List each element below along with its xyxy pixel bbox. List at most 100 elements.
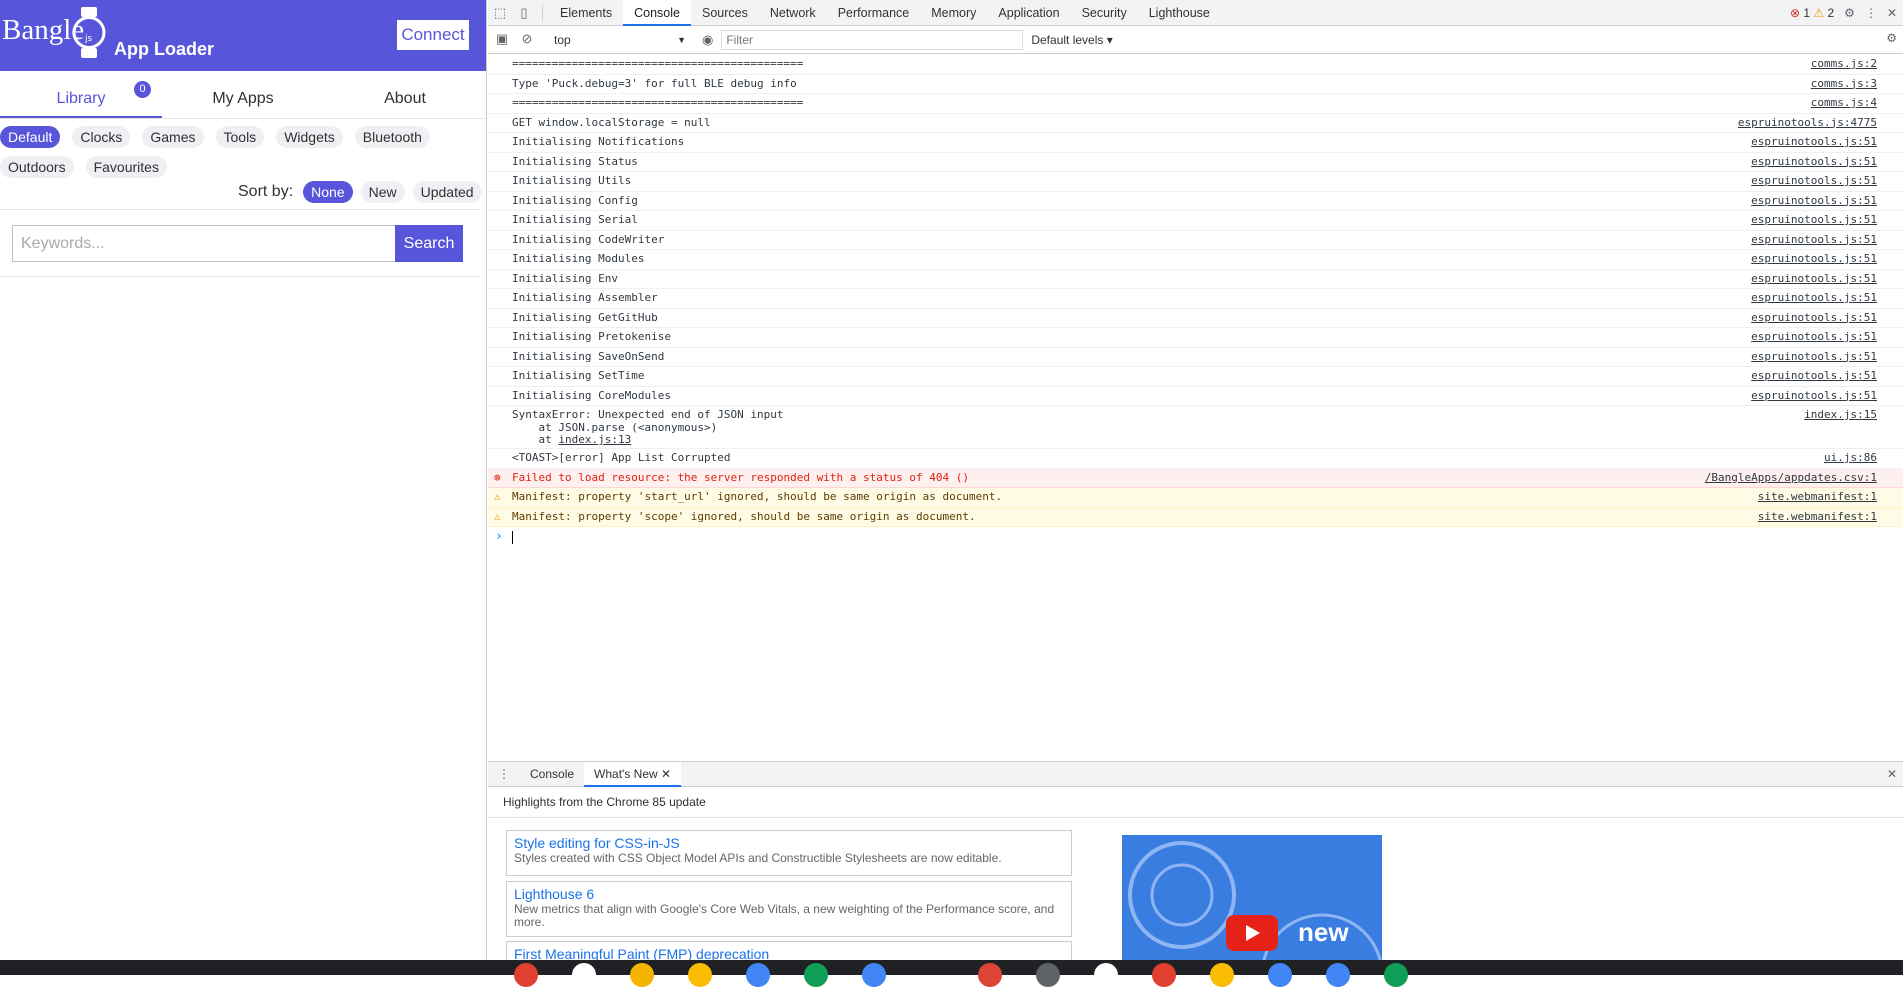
source-link[interactable]: espruinotools.js:51: [1751, 350, 1877, 364]
more-menu-icon[interactable]: ⋮: [1865, 6, 1877, 20]
sort-label: Sort by:: [238, 183, 294, 200]
drawer-tab-console[interactable]: Console: [520, 762, 584, 787]
search-button[interactable]: Search: [395, 225, 463, 262]
source-link[interactable]: /BangleApps/appdates.csv:1: [1705, 471, 1877, 485]
live-expression-eye-icon[interactable]: ◉: [702, 32, 713, 48]
chip-outdoors[interactable]: Outdoors: [0, 156, 74, 178]
search-input[interactable]: Keywords...: [12, 225, 396, 262]
source-link[interactable]: espruinotools.js:51: [1751, 389, 1877, 403]
chip-clocks[interactable]: Clocks: [72, 126, 131, 148]
console-log-row: Initialising SetTime espruinotools.js:51: [488, 367, 1903, 387]
chip-favourites[interactable]: Favourites: [85, 156, 167, 178]
taskbar-app-icon[interactable]: [804, 963, 828, 987]
taskbar-app-icon[interactable]: [1210, 963, 1234, 987]
source-link[interactable]: comms.js:4: [1811, 96, 1877, 110]
source-link[interactable]: espruinotools.js:51: [1751, 155, 1877, 169]
chip-default[interactable]: Default: [0, 126, 61, 148]
whats-new-video[interactable]: new: [1122, 835, 1382, 961]
drawer-tab-whats-new[interactable]: What's New ✕: [584, 761, 682, 787]
sidebar-toggle-icon[interactable]: ▣: [490, 31, 514, 47]
chip-tools[interactable]: Tools: [215, 126, 265, 148]
source-link[interactable]: espruinotools.js:51: [1751, 135, 1877, 149]
connect-button[interactable]: Connect: [396, 19, 470, 51]
error-counter[interactable]: ⊗ 1 ⚠ 2: [1790, 6, 1834, 20]
levels-dropdown[interactable]: Default levels ▾: [1031, 33, 1112, 47]
chip-bluetooth[interactable]: Bluetooth: [354, 126, 430, 148]
source-link[interactable]: espruinotools.js:51: [1751, 272, 1877, 286]
source-link[interactable]: espruinotools.js:51: [1751, 213, 1877, 227]
taskbar-app-icon[interactable]: [978, 963, 1002, 987]
card-title[interactable]: Style editing for CSS-in-JS: [514, 834, 1064, 852]
console-settings-icon[interactable]: ⚙: [1886, 31, 1897, 45]
taskbar-app-icon[interactable]: [1326, 963, 1350, 987]
taskbar-app-icon[interactable]: [688, 963, 712, 987]
source-link[interactable]: espruinotools.js:51: [1751, 291, 1877, 305]
context-select[interactable]: top ▼: [554, 30, 686, 50]
warning-count: 2: [1827, 6, 1835, 20]
source-link[interactable]: espruinotools.js:51: [1751, 174, 1877, 188]
taskbar-app-icon[interactable]: [1384, 963, 1408, 987]
syntax-error-source-link[interactable]: index.js:15: [1804, 408, 1877, 422]
syntax-error-stack-link[interactable]: index.js:13: [558, 433, 631, 446]
source-link[interactable]: espruinotools.js:51: [1751, 369, 1877, 383]
tab-my-apps[interactable]: My Apps: [162, 71, 324, 118]
chip-games[interactable]: Games: [142, 126, 204, 148]
app-header: Bangle js App Loader Connect: [0, 0, 486, 71]
console-prompt[interactable]: ›: [488, 527, 1903, 547]
source-link[interactable]: espruinotools.js:51: [1751, 194, 1877, 208]
settings-gear-icon[interactable]: ⚙: [1844, 6, 1855, 20]
source-link[interactable]: espruinotools.js:51: [1751, 233, 1877, 247]
tab-sources[interactable]: Sources: [691, 0, 759, 26]
taskbar-app-icon[interactable]: [1036, 963, 1060, 987]
source-link[interactable]: espruinotools.js:51: [1751, 252, 1877, 266]
taskbar-app-icon[interactable]: [1268, 963, 1292, 987]
whats-new-card[interactable]: Style editing for CSS-in-JS Styles creat…: [506, 830, 1072, 876]
tab-lighthouse[interactable]: Lighthouse: [1138, 0, 1221, 26]
chip-widgets[interactable]: Widgets: [276, 126, 343, 148]
device-toolbar-icon[interactable]: ▯: [512, 5, 536, 21]
tab-about-label: About: [384, 90, 426, 107]
source-link[interactable]: site.webmanifest:1: [1758, 490, 1877, 504]
tab-console[interactable]: Console: [623, 0, 691, 26]
taskbar-app-icon[interactable]: [1094, 963, 1118, 987]
source-link[interactable]: site.webmanifest:1: [1758, 510, 1877, 524]
sort-new[interactable]: New: [360, 181, 405, 203]
source-link[interactable]: espruinotools.js:51: [1751, 330, 1877, 344]
sort-none[interactable]: None: [303, 181, 353, 203]
tab-memory[interactable]: Memory: [920, 0, 987, 26]
console-log-row: Initialising Serial espruinotools.js:51: [488, 211, 1903, 231]
source-link[interactable]: comms.js:2: [1811, 57, 1877, 71]
source-link[interactable]: comms.js:3: [1811, 77, 1877, 91]
tab-elements[interactable]: Elements: [549, 0, 623, 26]
clear-console-icon[interactable]: ⊘: [515, 31, 539, 47]
close-drawer-icon[interactable]: ✕: [1887, 767, 1897, 781]
filter-input[interactable]: Filter: [721, 29, 1024, 50]
card-title[interactable]: Lighthouse 6: [514, 885, 1064, 903]
taskbar-app-icon[interactable]: [862, 963, 886, 987]
youtube-play-icon[interactable]: [1226, 915, 1278, 951]
taskbar-app-icon[interactable]: [746, 963, 770, 987]
tab-about[interactable]: About: [324, 71, 486, 118]
tab-security[interactable]: Security: [1071, 0, 1138, 26]
whats-new-card[interactable]: First Meaningful Paint (FMP) deprecation: [506, 941, 1072, 961]
taskbar-app-icon[interactable]: [572, 963, 596, 987]
whats-new-card[interactable]: Lighthouse 6 New metrics that align with…: [506, 881, 1072, 937]
source-link[interactable]: espruinotools.js:4775: [1738, 116, 1877, 130]
console-message: Initialising Utils: [512, 174, 632, 187]
close-tab-icon[interactable]: ✕: [661, 767, 671, 781]
source-link[interactable]: ui.js:86: [1824, 451, 1877, 465]
search-row: Keywords... Search: [0, 209, 480, 277]
tab-performance[interactable]: Performance: [827, 0, 921, 26]
taskbar-app-icon[interactable]: [514, 963, 538, 987]
tab-network[interactable]: Network: [759, 0, 827, 26]
tab-application[interactable]: Application: [987, 0, 1070, 26]
source-link[interactable]: espruinotools.js:51: [1751, 311, 1877, 325]
inspect-element-icon[interactable]: ⬚: [488, 5, 512, 21]
taskbar-app-icon[interactable]: [630, 963, 654, 987]
drawer-menu-icon[interactable]: ⋮: [488, 767, 520, 781]
tab-library[interactable]: Library 0: [0, 71, 162, 118]
taskbar-app-icon[interactable]: [1152, 963, 1176, 987]
card-title[interactable]: First Meaningful Paint (FMP) deprecation: [514, 945, 1064, 960]
sort-updated[interactable]: Updated: [412, 181, 482, 203]
close-devtools-icon[interactable]: ✕: [1887, 6, 1897, 20]
